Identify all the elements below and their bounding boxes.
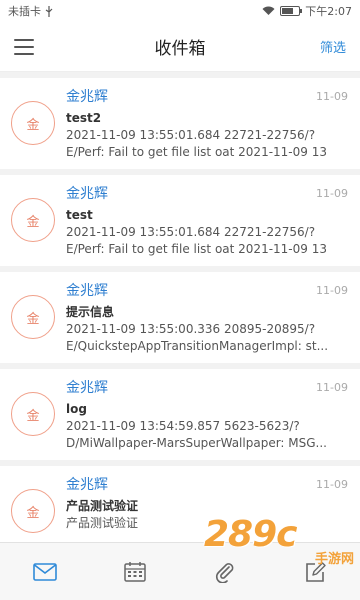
message-subject: 产品测试验证 (66, 499, 139, 513)
status-left: 未插卡 (8, 3, 54, 19)
list-item[interactable]: 金 金兆辉 11-09 test2 2021-11-09 13:55:01.68… (0, 78, 360, 169)
preview-line: E/QuickstepAppTransitionManagerImpl: st.… (66, 339, 329, 353)
app-bar: 收件箱 筛选 (0, 22, 360, 72)
avatar: 金 (11, 489, 55, 533)
sender-name: 金兆辉 (66, 89, 108, 105)
tab-compose[interactable] (270, 543, 360, 600)
message-date: 11-09 (316, 90, 348, 103)
message-subject: 提示信息 (66, 305, 115, 319)
list-item[interactable]: 金 金兆辉 11-09 test 2021-11-09 13:55:01.684… (0, 175, 360, 266)
status-bar: 未插卡 下午2:07 (0, 0, 360, 22)
message-date: 11-09 (316, 381, 348, 394)
status-right: 下午2:07 (262, 3, 352, 19)
calendar-icon (124, 561, 146, 582)
list-item[interactable]: 金 金兆辉 11-09 log 2021-11-09 13:54:59.857 … (0, 369, 360, 460)
avatar: 金 (11, 198, 55, 242)
message-subject: test2 (66, 111, 102, 125)
compose-icon (306, 561, 326, 582)
filter-button[interactable]: 筛选 (320, 37, 346, 56)
wifi-icon (262, 6, 275, 15)
tab-inbox[interactable] (0, 543, 90, 600)
preview-line: E/Perf: Fail to get file list oat 2021-1… (66, 145, 327, 159)
clock-text: 下午2:07 (305, 5, 352, 18)
preview-line: 2021-11-09 13:55:01.684 22721-22756/? (66, 128, 316, 142)
menu-icon[interactable] (14, 38, 34, 55)
preview-line: 产品测试验证 (66, 516, 139, 530)
preview-line: 2021-11-09 13:54:59.857 5623-5623/? (66, 419, 300, 433)
attachment-icon (216, 562, 234, 583)
preview-line: D/MiWallpaper-MarsSuperWallpaper: MSG... (66, 436, 327, 450)
avatar: 金 (11, 392, 55, 436)
message-date: 11-09 (316, 187, 348, 200)
usb-icon (45, 5, 53, 17)
preview-line: E/Perf: Fail to get file list oat 2021-1… (66, 242, 327, 256)
tab-calendar[interactable] (90, 543, 180, 600)
mail-icon (33, 562, 57, 581)
message-date: 11-09 (316, 284, 348, 297)
message-preview: 2021-11-09 13:55:00.336 20895-20895/? E/… (66, 321, 348, 355)
sim-status-text: 未插卡 (8, 5, 41, 18)
preview-line: 2021-11-09 13:55:01.684 22721-22756/? (66, 225, 316, 239)
battery-icon (280, 6, 303, 16)
page-title: 收件箱 (154, 39, 206, 59)
message-preview: 2021-11-09 13:55:01.684 22721-22756/? E/… (66, 127, 348, 161)
tab-attachments[interactable] (180, 543, 270, 600)
avatar: 金 (11, 101, 55, 145)
bottom-tab-bar (0, 542, 360, 600)
sender-name: 金兆辉 (66, 380, 108, 396)
message-preview: 2021-11-09 13:55:01.684 22721-22756/? E/… (66, 224, 348, 258)
list-item[interactable]: 金 金兆辉 11-09 提示信息 2021-11-09 13:55:00.336… (0, 272, 360, 363)
message-subject: log (66, 402, 87, 416)
message-date: 11-09 (316, 478, 348, 491)
message-preview: 产品测试验证 (66, 515, 348, 532)
preview-line: 2021-11-09 13:55:00.336 20895-20895/? (66, 322, 316, 336)
message-subject: test (66, 208, 93, 222)
message-preview: 2021-11-09 13:54:59.857 5623-5623/? D/Mi… (66, 418, 348, 452)
sender-name: 金兆辉 (66, 477, 108, 493)
sender-name: 金兆辉 (66, 283, 108, 299)
sender-name: 金兆辉 (66, 186, 108, 202)
list-item[interactable]: 金 金兆辉 11-09 产品测试验证 产品测试验证 (0, 466, 360, 542)
message-list[interactable]: 金 金兆辉 11-09 test2 2021-11-09 13:55:01.68… (0, 72, 360, 542)
avatar: 金 (11, 295, 55, 339)
